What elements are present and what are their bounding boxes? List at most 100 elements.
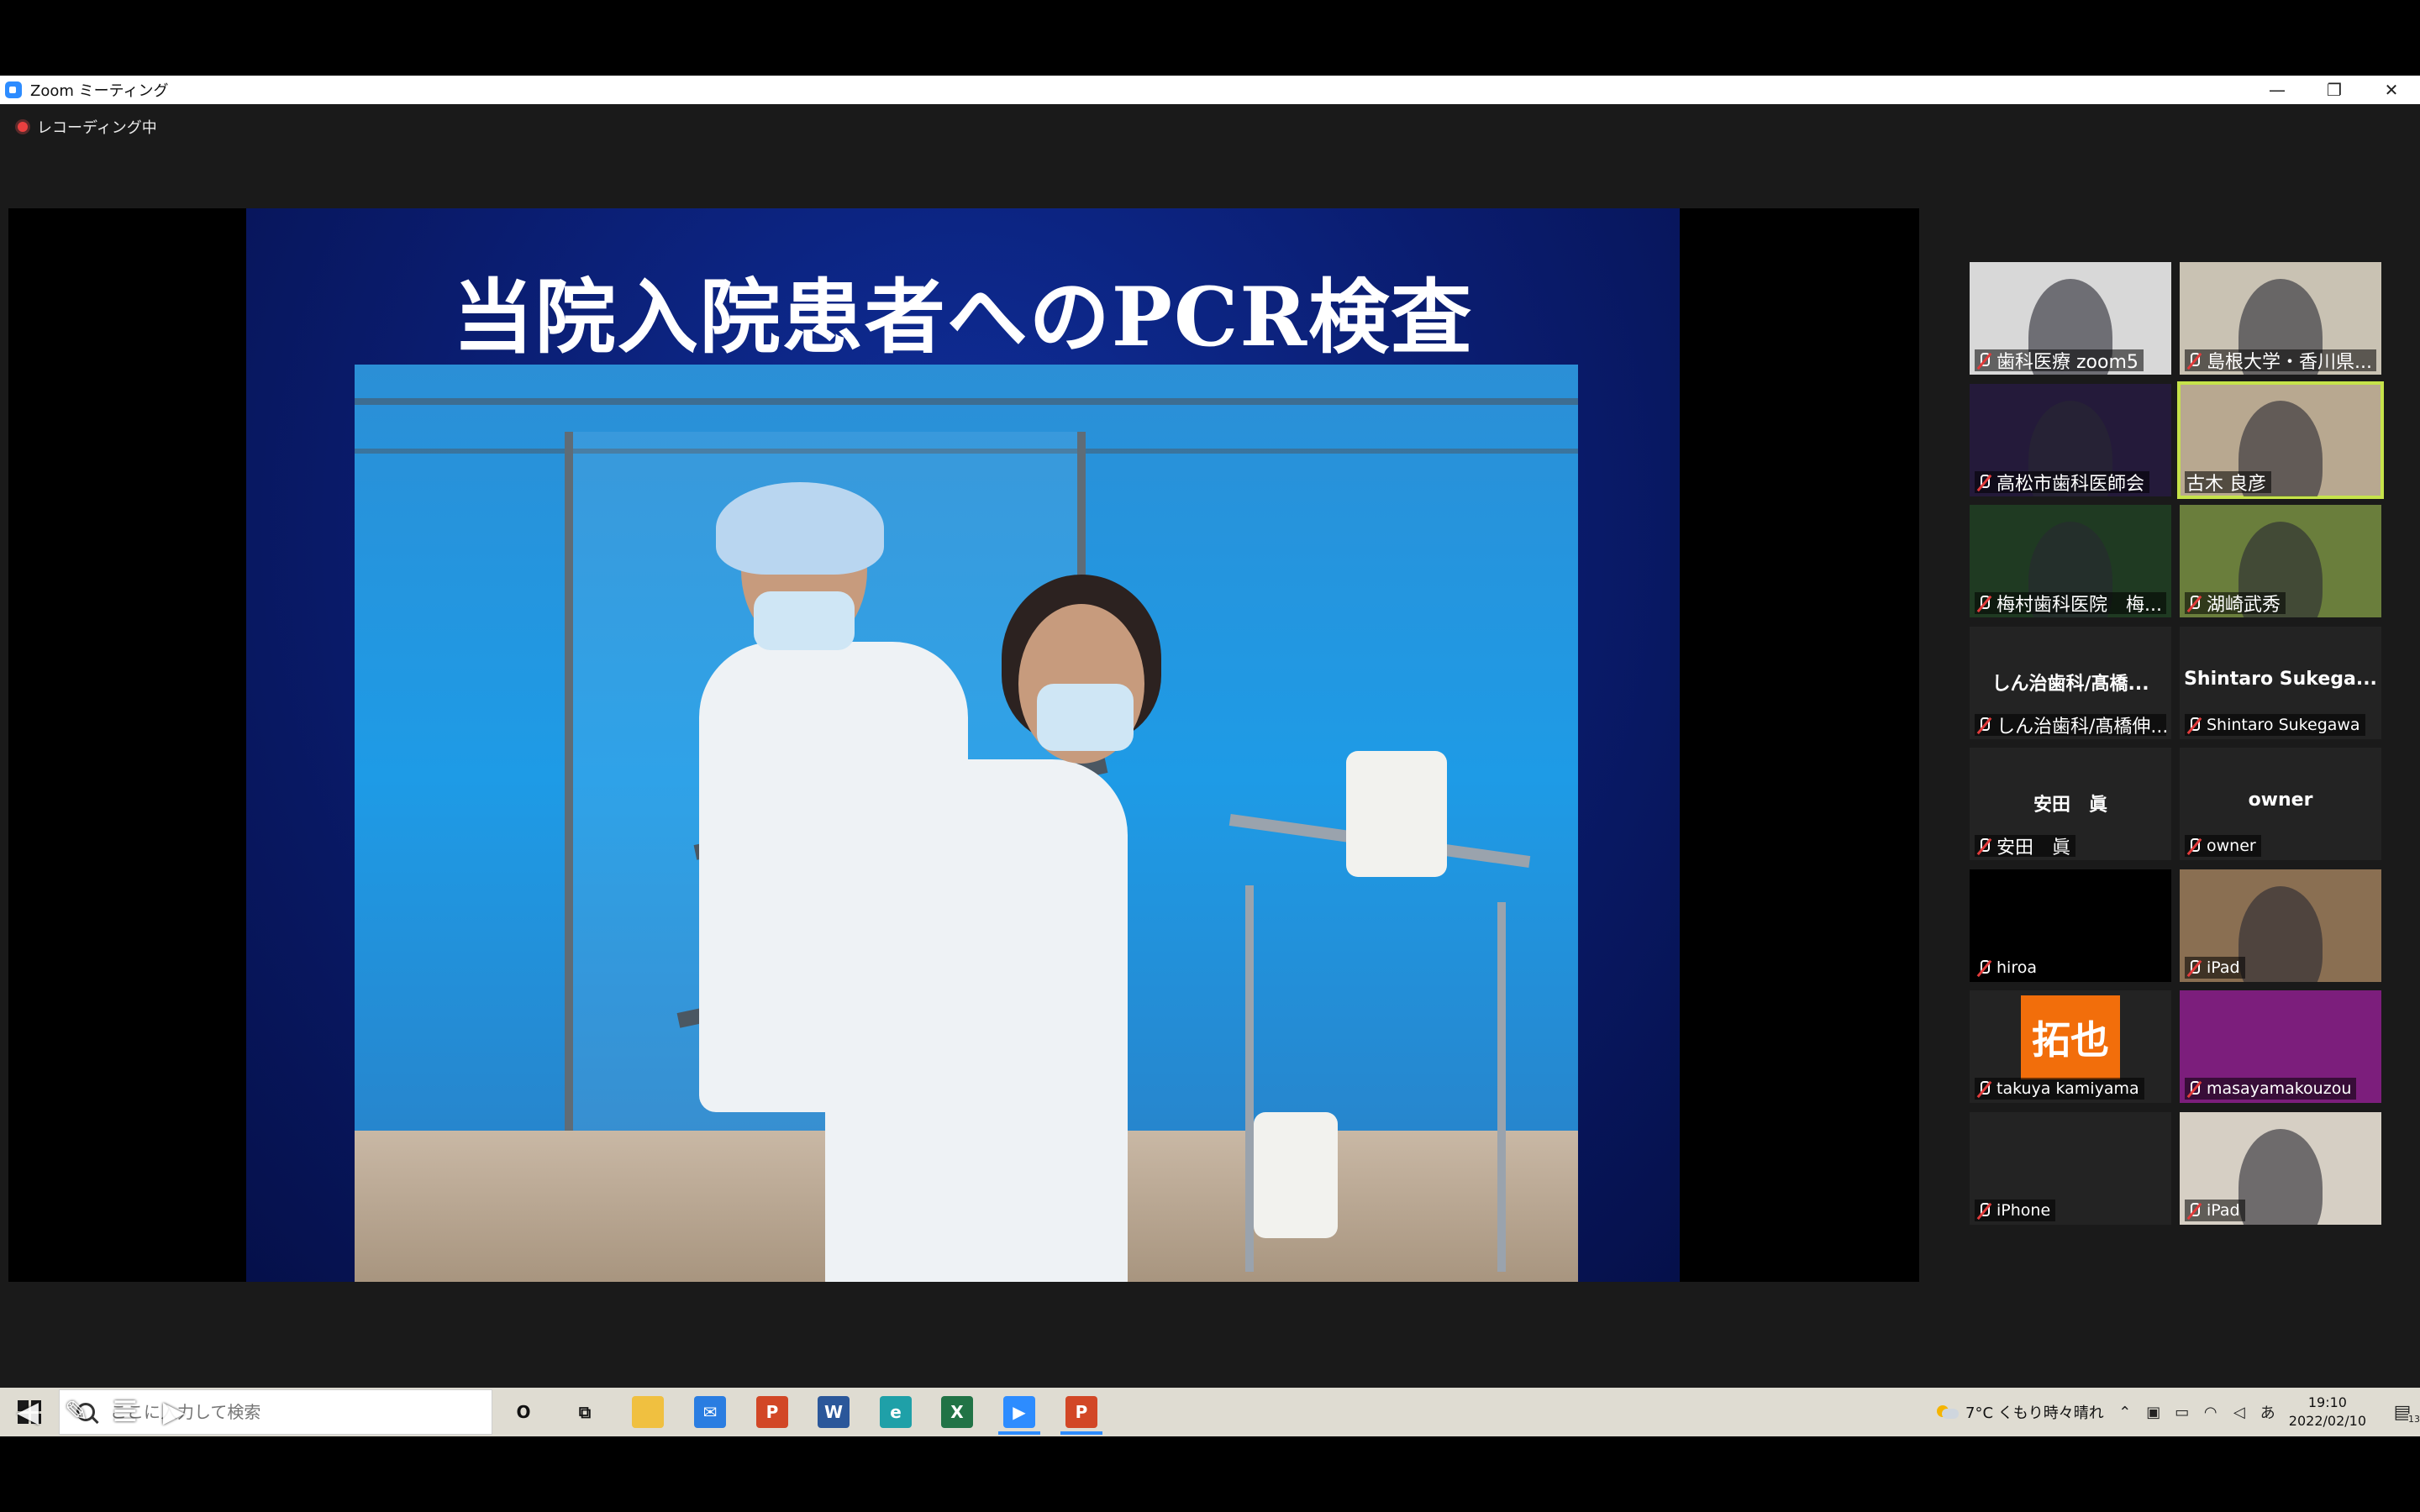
ime-indicator[interactable]: あ bbox=[2259, 1403, 2277, 1422]
participant-name: takuya kamiyama bbox=[1996, 1079, 2139, 1098]
slide-photo bbox=[355, 365, 1578, 1282]
window-title: Zoom ミーティング bbox=[30, 82, 169, 100]
muted-mic-icon bbox=[1976, 1080, 1991, 1097]
participant-tile[interactable]: 古木 良彦 bbox=[2177, 381, 2384, 499]
participant-name-label: 歯科医療 zoom5 bbox=[1975, 349, 2144, 371]
participant-tile[interactable]: iPhone bbox=[1970, 1111, 2171, 1225]
participant-tile[interactable]: 歯科医療 zoom5 bbox=[1970, 262, 2171, 375]
participant-name: しん治歯科/髙橋伸... bbox=[1996, 716, 2166, 736]
restore-button[interactable]: ❐ bbox=[2306, 76, 2363, 104]
participant-tile[interactable]: しん治歯科/髙橋... しん治歯科/髙橋伸... bbox=[1970, 626, 2171, 739]
weather-text[interactable]: 7°C くもり時々晴れ bbox=[1965, 1401, 2104, 1423]
zoom-icon[interactable]: ▶ bbox=[1003, 1396, 1035, 1428]
muted-mic-icon bbox=[2186, 595, 2202, 612]
participant-tile[interactable]: owner owner bbox=[2180, 748, 2381, 860]
muted-mic-icon bbox=[1976, 1202, 1991, 1219]
word-icon[interactable]: W bbox=[818, 1396, 850, 1428]
participant-tile[interactable]: hiroa bbox=[1970, 869, 2171, 982]
search-input[interactable] bbox=[110, 1402, 429, 1422]
notification-icon[interactable]: ▤ 13 bbox=[2390, 1402, 2420, 1425]
clock-date: 2022/02/10 bbox=[2288, 1413, 2366, 1429]
taskbar-search[interactable] bbox=[59, 1389, 492, 1435]
participant-name: 高松市歯科医師会 bbox=[1996, 473, 2145, 493]
participant-display-name: Shintaro Sukega... bbox=[2184, 668, 2377, 690]
participant-name-label: 高松市歯科医師会 bbox=[1975, 470, 2150, 493]
start-button[interactable] bbox=[0, 1388, 59, 1436]
participant-name-label: iPad bbox=[2185, 956, 2245, 979]
participant-name: iPad bbox=[2207, 1200, 2240, 1220]
muted-mic-icon bbox=[2186, 1202, 2202, 1219]
participant-tile[interactable]: 梅村歯科医院 梅... bbox=[1970, 505, 2171, 617]
participant-display-name: owner bbox=[2248, 790, 2313, 811]
volume-icon[interactable]: ◁ bbox=[2230, 1403, 2249, 1421]
participant-name: 歯科医療 zoom5 bbox=[1996, 352, 2139, 371]
participant-tile[interactable]: 島根大学・香川県... bbox=[2180, 262, 2381, 375]
participant-name-label: owner bbox=[2185, 835, 2261, 857]
zoom-window: Zoom ミーティング — ❐ ✕ レコーディング中 当院入院患者へのPCR検査 bbox=[0, 76, 2420, 1388]
windows-logo-icon bbox=[18, 1400, 41, 1424]
letterbox-bottom bbox=[0, 1436, 2420, 1512]
participant-name: iPad bbox=[2207, 958, 2240, 977]
recording-label: レコーディング中 bbox=[37, 119, 157, 137]
participant-tile[interactable]: 拓也 takuya kamiyama bbox=[1970, 990, 2171, 1103]
muted-mic-icon bbox=[2186, 959, 2202, 976]
running-app-indicator bbox=[1060, 1431, 1102, 1435]
task-view-icon[interactable]: ⧉ bbox=[569, 1396, 601, 1428]
clock[interactable]: 19:10 2022/02/10 bbox=[2289, 1394, 2366, 1431]
participant-display-name: 安田 眞 bbox=[2033, 795, 2107, 816]
muted-mic-icon bbox=[1976, 352, 1991, 369]
wifi-icon[interactable]: ◠ bbox=[2202, 1403, 2220, 1421]
search-icon bbox=[76, 1403, 95, 1421]
cortana-icon[interactable]: O bbox=[508, 1396, 539, 1428]
excel-icon[interactable]: X bbox=[941, 1396, 973, 1428]
running-app-indicator bbox=[998, 1431, 1040, 1435]
participant-name: 島根大学・香川県... bbox=[2207, 352, 2372, 371]
window-controls: — ❐ ✕ bbox=[2249, 76, 2420, 104]
notification-count: 13 bbox=[2408, 1414, 2420, 1425]
file-explorer-icon[interactable] bbox=[632, 1396, 664, 1428]
participant-name: 古木 良彦 bbox=[2186, 473, 2266, 493]
participant-name-label: 古木 良彦 bbox=[2185, 470, 2271, 493]
participant-name-label: 梅村歯科医院 梅... bbox=[1975, 592, 2166, 614]
participant-tile[interactable]: iPad bbox=[2180, 1111, 2381, 1225]
battery-icon[interactable]: ▭ bbox=[2173, 1403, 2191, 1421]
participant-tile[interactable]: Shintaro Sukega... Shintaro Sukegawa bbox=[2180, 626, 2381, 739]
weather-icon bbox=[1937, 1404, 1960, 1420]
participant-tile[interactable]: masayamakouzou bbox=[2180, 990, 2381, 1103]
participant-tile[interactable]: 湖崎武秀 bbox=[2180, 505, 2381, 617]
powerpoint-icon[interactable]: P bbox=[756, 1396, 788, 1428]
clock-time: 19:10 bbox=[2307, 1394, 2347, 1410]
powerpoint-icon[interactable]: P bbox=[1065, 1396, 1097, 1428]
participant-avatar: 拓也 bbox=[2021, 995, 2120, 1079]
system-tray: 7°C くもり時々晴れ ⌃ ▣ ▭ ◠ ◁ あ 19:10 2022/02/10… bbox=[1937, 1388, 2420, 1436]
zoom-app-icon bbox=[5, 81, 22, 98]
muted-mic-icon bbox=[1976, 474, 1991, 491]
recording-indicator[interactable]: レコーディング中 bbox=[15, 116, 157, 138]
participant-video bbox=[2238, 1128, 2323, 1225]
mail-icon[interactable]: ✉ bbox=[694, 1396, 726, 1428]
slide-title: 当院入院患者へのPCR検査 bbox=[452, 270, 1474, 365]
muted-mic-icon bbox=[1976, 595, 1991, 612]
participant-name: 梅村歯科医院 梅... bbox=[1996, 595, 2162, 614]
participant-tile[interactable]: iPad bbox=[2180, 869, 2381, 982]
participant-name-label: しん治歯科/髙橋伸... bbox=[1975, 713, 2166, 736]
participant-tile[interactable]: 高松市歯科医師会 bbox=[1970, 383, 2171, 496]
participant-name: 湖崎武秀 bbox=[2207, 595, 2281, 614]
shared-screen: 当院入院患者へのPCR検査 bbox=[8, 208, 1919, 1282]
close-button[interactable]: ✕ bbox=[2363, 76, 2420, 104]
participant-name-label: 安田 眞 bbox=[1975, 835, 2076, 857]
participant-name: owner bbox=[2207, 837, 2256, 855]
muted-mic-icon bbox=[2186, 837, 2202, 854]
participant-name: iPhone bbox=[1996, 1200, 2051, 1220]
minimize-button[interactable]: — bbox=[2249, 76, 2306, 104]
meet-icon[interactable]: ▣ bbox=[2144, 1403, 2163, 1421]
chevron-up-icon[interactable]: ⌃ bbox=[2116, 1403, 2134, 1421]
participant-display-name: しん治歯科/髙橋... bbox=[1991, 673, 2149, 695]
participant-name: hiroa bbox=[1996, 958, 2037, 977]
participant-name-label: 島根大学・香川県... bbox=[2185, 349, 2376, 371]
muted-mic-icon bbox=[2186, 352, 2202, 369]
participant-tile[interactable]: 安田 眞安田 眞 bbox=[1970, 748, 2171, 860]
muted-mic-icon bbox=[2186, 717, 2202, 733]
participant-name-label: 湖崎武秀 bbox=[2185, 592, 2286, 614]
edge-icon[interactable]: e bbox=[880, 1396, 912, 1428]
